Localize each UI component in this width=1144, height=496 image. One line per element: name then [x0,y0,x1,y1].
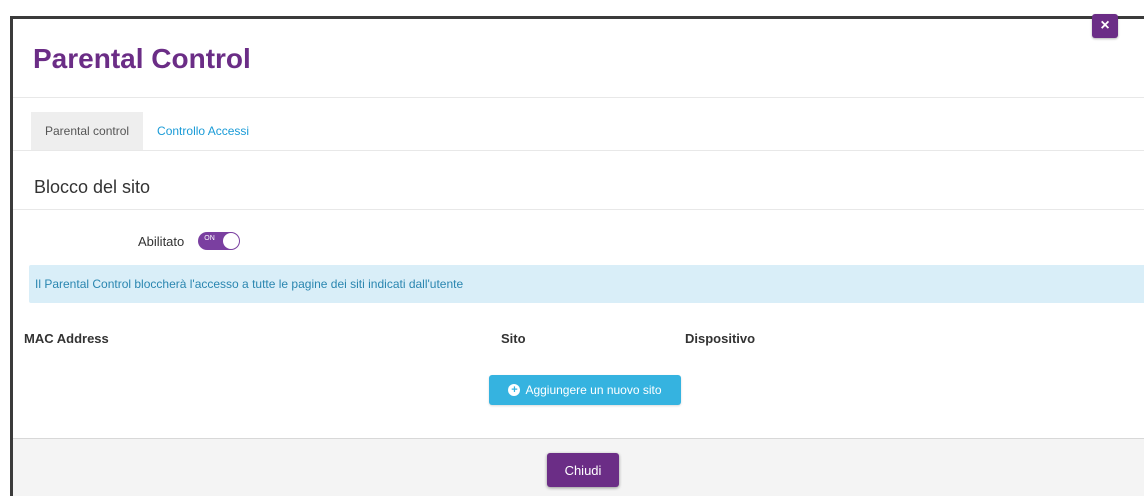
close-icon[interactable]: × [1092,14,1118,38]
tab-parental-control[interactable]: Parental control [31,112,144,150]
column-header-dispositivo: Dispositivo [685,331,756,346]
add-site-button[interactable]: + Aggiungere un nuovo sito [489,375,681,405]
plus-circle-icon: + [508,384,521,396]
divider [13,150,1144,151]
tab-controllo-accessi[interactable]: Controllo Accessi [143,112,263,150]
add-site-label: Aggiungere un nuovo sito [525,383,662,397]
toggle-knob [223,233,240,249]
modal-title: Parental Control [33,43,251,74]
enabled-toggle-row: Abilitato ON [138,232,241,250]
page: Parental Control Parental control Contro… [0,0,1144,496]
info-alert: Il Parental Control bloccherà l'accesso … [29,265,1144,303]
section-title: Blocco del sito [34,177,151,197]
divider [13,209,1144,210]
parental-control-modal: Parental Control Parental control Contro… [10,16,1144,496]
toggle-state-text: ON [204,235,215,242]
column-header-mac-address: MAC Address [24,331,109,346]
tab-bar: Parental control Controllo Accessi [31,112,263,150]
enabled-toggle[interactable]: ON [198,232,241,250]
column-header-sito: Sito [501,331,526,346]
close-modal-button[interactable]: Chiudi [547,453,619,487]
divider [13,97,1144,98]
toggle-label: Abilitato [138,233,185,249]
modal-footer: Chiudi [13,438,1144,496]
